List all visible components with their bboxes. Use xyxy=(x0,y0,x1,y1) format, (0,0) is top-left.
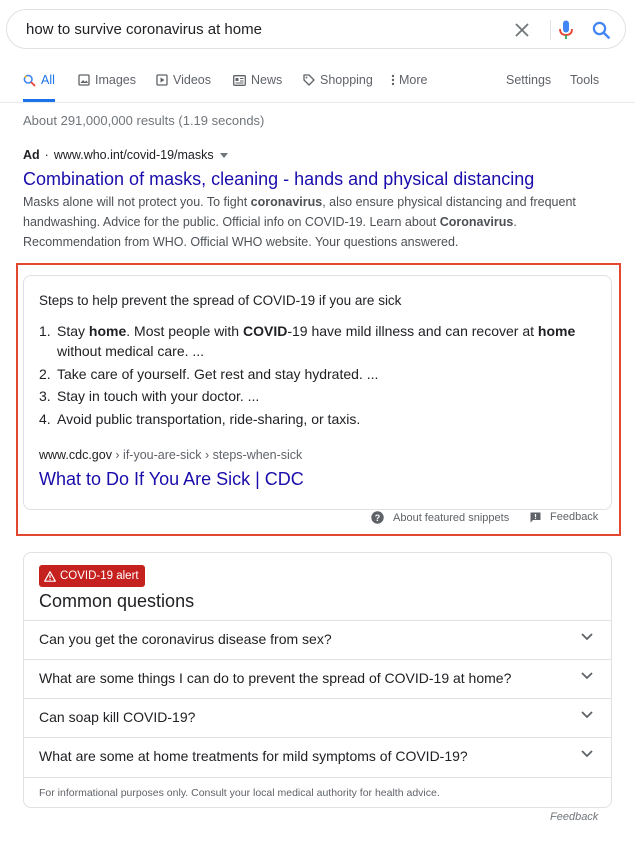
list-item: 1. Stay home. Most people with COVID-19 h… xyxy=(39,323,576,359)
tab-shopping[interactable]: Shopping xyxy=(303,60,373,100)
common-questions-panel: COVID-19 alert Common questions Can you … xyxy=(23,552,612,808)
search-tabs: All Images Videos News Shopping More Set… xyxy=(0,60,635,103)
disclaimer: For informational purposes only. Consult… xyxy=(24,777,611,808)
tab-label: Videos xyxy=(173,73,211,87)
ad-title-link[interactable]: Combination of masks, cleaning - hands a… xyxy=(23,169,534,190)
question-row[interactable]: Can you get the coronavirus disease from… xyxy=(24,620,611,659)
search-input[interactable] xyxy=(24,19,498,39)
disclaimer-text: For informational purposes only. Consult… xyxy=(39,787,440,799)
about-featured-snippets[interactable]: ? About featured snippets xyxy=(371,511,509,524)
list-item: 4. Avoid public transportation, ride-shar… xyxy=(39,410,361,427)
question-text: Can soap kill COVID-19? xyxy=(39,709,196,725)
ad-cite: Ad · www.who.int/covid-19/masks xyxy=(23,148,228,162)
tab-label: Images xyxy=(95,73,136,87)
feedback-icon xyxy=(530,512,541,522)
question-row[interactable]: What are some at home treatments for mil… xyxy=(24,737,611,776)
tab-label: All xyxy=(41,73,55,87)
snippet-cite: www.cdc.gov › if-you-are-sick › steps-wh… xyxy=(39,448,303,462)
tab-news[interactable]: News xyxy=(233,60,282,100)
search-icon xyxy=(23,74,36,87)
chevron-down-icon xyxy=(581,711,593,719)
search-icon[interactable] xyxy=(590,19,612,41)
ad-url[interactable]: www.who.int/covid-19/masks xyxy=(54,148,214,162)
list-item: 3. Stay in touch with your doctor. ... xyxy=(39,388,260,404)
settings-label: Settings xyxy=(506,73,552,87)
tab-label: More xyxy=(399,73,428,87)
more-vert-icon xyxy=(391,74,395,86)
tools-link[interactable]: Tools xyxy=(570,60,599,100)
chevron-down-icon xyxy=(581,672,593,680)
snippet-title-link[interactable]: What to Do If You Are Sick | CDC xyxy=(39,469,304,490)
list-item: 2. Take care of yourself. Get rest and st… xyxy=(39,365,379,382)
question-text: Can you get the coronavirus disease from… xyxy=(39,631,332,647)
tag-icon xyxy=(303,74,315,86)
chevron-down-icon xyxy=(581,750,593,758)
ad-badge: Ad xyxy=(23,148,40,162)
covid-alert-badge: COVID-19 alert xyxy=(39,565,145,587)
clear-icon[interactable] xyxy=(511,19,533,41)
snippet-feedback[interactable]: Feedback xyxy=(530,511,598,523)
dropdown-arrow-icon[interactable] xyxy=(219,152,228,158)
chevron-down-icon xyxy=(581,633,593,641)
feedback-label: Feedback xyxy=(550,511,599,523)
question-row[interactable]: What are some things I can do to prevent… xyxy=(24,659,611,698)
featured-snippet: Steps to help prevent the spread of COVI… xyxy=(23,275,612,510)
ad-description: Masks alone will not protect you. To fig… xyxy=(23,195,576,249)
svg-text:?: ? xyxy=(375,513,381,523)
tools-label: Tools xyxy=(570,73,600,87)
tab-more[interactable]: More xyxy=(391,60,427,100)
news-icon xyxy=(233,74,246,86)
image-icon xyxy=(78,74,90,86)
feedback-link[interactable]: Feedback xyxy=(550,811,598,823)
question-text: What are some things I can do to prevent… xyxy=(39,670,512,686)
microphone-icon[interactable] xyxy=(555,19,577,41)
tab-label: Shopping xyxy=(320,73,373,87)
search-bar[interactable] xyxy=(6,9,626,49)
tab-videos[interactable]: Videos xyxy=(156,60,211,100)
search-divider xyxy=(550,20,551,40)
tab-all[interactable]: All xyxy=(23,60,55,102)
help-icon: ? xyxy=(371,511,384,524)
snippet-list: 1. Stay home. Most people with COVID-19 h… xyxy=(39,321,599,431)
ad-separator: · xyxy=(44,148,49,162)
tab-label: News xyxy=(251,73,283,87)
question-text: What are some at home treatments for mil… xyxy=(39,748,468,764)
badge-label: COVID-19 alert xyxy=(60,570,139,582)
result-stats: About 291,000,000 results (1.19 seconds) xyxy=(23,113,265,128)
tab-images[interactable]: Images xyxy=(78,60,136,100)
warning-icon xyxy=(44,570,56,582)
snippet-heading: Steps to help prevent the spread of COVI… xyxy=(39,293,402,308)
video-icon xyxy=(156,74,168,86)
settings-link[interactable]: Settings xyxy=(506,60,551,100)
question-row[interactable]: Can soap kill COVID-19? xyxy=(24,698,611,737)
about-label: About featured snippets xyxy=(393,511,510,524)
common-questions-title: Common questions xyxy=(39,591,195,611)
